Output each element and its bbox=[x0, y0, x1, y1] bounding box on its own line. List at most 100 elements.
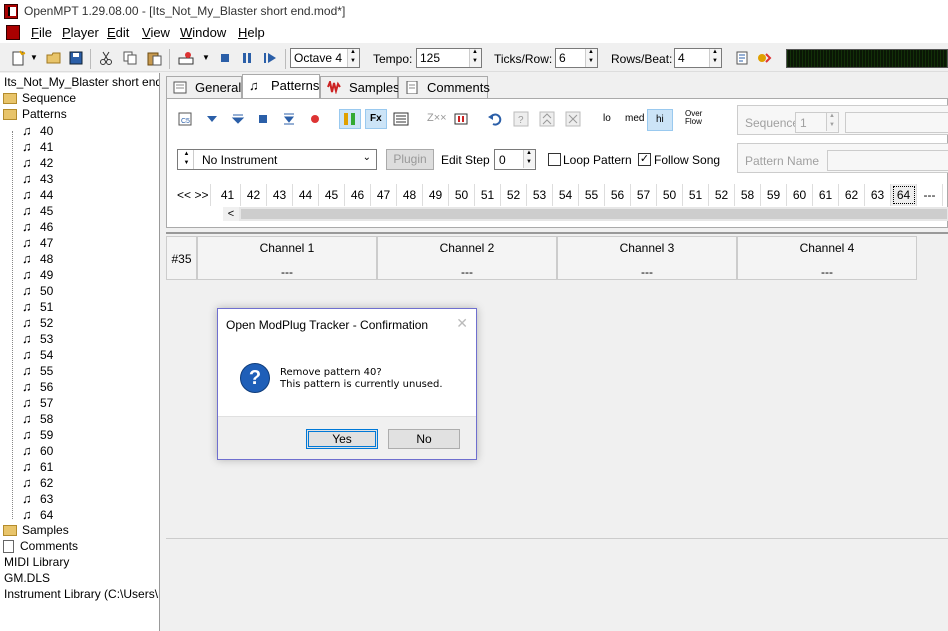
tree-item-pattern[interactable]: ♫ 60 bbox=[22, 443, 53, 459]
order-item[interactable]: 49 bbox=[423, 184, 449, 206]
order-item[interactable]: 54 bbox=[553, 184, 579, 206]
stop-pattern-icon[interactable] bbox=[255, 111, 271, 127]
play-from-cursor-icon[interactable] bbox=[281, 111, 297, 127]
order-item[interactable]: --- bbox=[917, 184, 943, 206]
tree-module-root[interactable]: Its_Not_My_Blaster short end.mod bbox=[4, 75, 159, 91]
tree-item-pattern[interactable]: ♫ 41 bbox=[22, 139, 53, 155]
tree-item-sequence[interactable]: Sequence bbox=[3, 91, 76, 107]
plugin-manager-icon[interactable] bbox=[756, 50, 772, 66]
overflow-button[interactable]: Over Flow bbox=[685, 110, 707, 126]
order-item[interactable]: 50 bbox=[657, 184, 683, 206]
velocity-lo-button[interactable]: lo bbox=[603, 113, 611, 124]
tree-item-comments[interactable]: Comments bbox=[3, 539, 78, 555]
pause-icon[interactable] bbox=[239, 50, 255, 66]
menu-help[interactable]: Help bbox=[238, 25, 265, 40]
tree-item-pattern[interactable]: ♫ 59 bbox=[22, 427, 53, 443]
ticks-spin-arrows-icon[interactable] bbox=[585, 49, 597, 67]
tree-item-pattern[interactable]: ♫ 46 bbox=[22, 219, 53, 235]
order-item[interactable]: 50 bbox=[449, 184, 475, 206]
record-icon[interactable] bbox=[307, 111, 323, 127]
tree-item-pattern[interactable]: ♫ 48 bbox=[22, 251, 53, 267]
tree-item-pattern[interactable]: ♫ 53 bbox=[22, 331, 53, 347]
move-up-icon[interactable] bbox=[539, 111, 555, 127]
tree-item-pattern[interactable]: ♫ 56 bbox=[22, 379, 53, 395]
tab-comments[interactable]: Comments bbox=[398, 76, 490, 98]
order-item[interactable]: 45 bbox=[319, 184, 345, 206]
order-item[interactable]: 48 bbox=[397, 184, 423, 206]
undo-icon[interactable] bbox=[487, 111, 503, 127]
order-list-scrollbar[interactable]: < bbox=[223, 207, 948, 221]
effects-toggle[interactable]: Fx bbox=[365, 109, 387, 129]
cut-icon[interactable] bbox=[98, 50, 114, 66]
channel-header[interactable]: Channel 2 --- bbox=[377, 236, 557, 280]
menu-window[interactable]: Window bbox=[180, 25, 226, 40]
tempo-spinbox[interactable]: 125 bbox=[416, 48, 482, 68]
order-item[interactable]: 60 bbox=[787, 184, 813, 206]
menu-edit[interactable]: Edit bbox=[107, 25, 129, 40]
order-item[interactable]: 62 bbox=[839, 184, 865, 206]
tree-item-pattern[interactable]: ♫ 62 bbox=[22, 475, 53, 491]
edit-step-spin-arrows-icon[interactable] bbox=[523, 150, 535, 168]
order-item[interactable]: 58 bbox=[735, 184, 761, 206]
menu-file[interactable]: File bbox=[31, 25, 52, 40]
midi-dropdown-arrow-icon[interactable]: ▼ bbox=[202, 53, 210, 62]
tree-item-pattern[interactable]: ♫ 42 bbox=[22, 155, 53, 171]
order-item[interactable]: 51 bbox=[475, 184, 501, 206]
tree-item-pattern[interactable]: ♫ 57 bbox=[22, 395, 53, 411]
pane-splitter[interactable] bbox=[160, 73, 164, 631]
order-item[interactable]: 56 bbox=[605, 184, 631, 206]
tree-item-pattern[interactable]: ♫ 51 bbox=[22, 299, 53, 315]
order-item[interactable]: 52 bbox=[501, 184, 527, 206]
tree-item-pattern[interactable]: ♫ 63 bbox=[22, 491, 53, 507]
tempo-spin-arrows-icon[interactable] bbox=[469, 49, 481, 67]
plugin-button[interactable]: Plugin bbox=[386, 149, 434, 170]
tab-patterns[interactable]: ♫ Patterns bbox=[242, 74, 320, 98]
tree-item-pattern[interactable]: ♫ 54 bbox=[22, 347, 53, 363]
octave-spinbox[interactable]: Octave 4 bbox=[290, 48, 360, 68]
tree-item-pattern[interactable]: ♫ 55 bbox=[22, 363, 53, 379]
save-icon[interactable] bbox=[68, 50, 84, 66]
order-item[interactable]: 42 bbox=[241, 184, 267, 206]
order-item[interactable]: 52 bbox=[709, 184, 735, 206]
yes-button[interactable]: Yes bbox=[306, 429, 378, 449]
scrollbar-thumb[interactable] bbox=[241, 209, 947, 219]
midi-record-icon[interactable] bbox=[178, 50, 194, 66]
channel-header[interactable]: Channel 4 --- bbox=[737, 236, 917, 280]
velocity-med-button[interactable]: med bbox=[625, 113, 644, 124]
tree-item-pattern[interactable]: ♫ 58 bbox=[22, 411, 53, 427]
tree-item-pattern[interactable]: ♫ 44 bbox=[22, 187, 53, 203]
tree-item-pattern[interactable]: ♫ 43 bbox=[22, 171, 53, 187]
close-icon[interactable]: ✕ bbox=[456, 315, 468, 332]
tree-item-midi-library[interactable]: MIDI Library bbox=[4, 555, 69, 571]
instrument-select[interactable]: ▲ ▼ No Instrument ⌄ bbox=[177, 149, 377, 170]
follow-song-checkbox[interactable]: ✓ bbox=[638, 153, 651, 166]
order-item[interactable]: 51 bbox=[683, 184, 709, 206]
menu-player[interactable]: Player bbox=[62, 25, 99, 40]
play-pattern-icon[interactable] bbox=[204, 111, 220, 127]
order-item[interactable]: 53 bbox=[527, 184, 553, 206]
tab-general[interactable]: General bbox=[166, 76, 242, 98]
tree-item-samples[interactable]: Samples bbox=[3, 523, 69, 539]
help-disabled-icon[interactable]: ? bbox=[513, 111, 529, 127]
octave-spin-arrows-icon[interactable] bbox=[347, 49, 359, 67]
order-nav-first[interactable]: << bbox=[175, 184, 193, 206]
tree-item-pattern[interactable]: ♫ 47 bbox=[22, 235, 53, 251]
tree-item-pattern[interactable]: ♫ 45 bbox=[22, 203, 53, 219]
loop-pattern-checkbox[interactable] bbox=[548, 153, 561, 166]
order-item[interactable]: 43 bbox=[267, 184, 293, 206]
order-list[interactable]: << >> 41 42 43 44 45 46 47 48 49 50 51 52 53 54 55 56 57… bbox=[175, 184, 948, 206]
edit-step-spinbox[interactable]: 0 bbox=[494, 149, 536, 170]
tree-item-instrument-library[interactable]: Instrument Library (C:\Users\Emb bbox=[4, 587, 159, 603]
scroll-left-icon[interactable]: < bbox=[223, 207, 239, 221]
tree-item-pattern[interactable]: ♫ 52 bbox=[22, 315, 53, 331]
velocity-hi-button[interactable]: hi bbox=[647, 109, 673, 131]
sequence-name-field[interactable] bbox=[845, 112, 948, 133]
new-file-icon[interactable] bbox=[10, 50, 26, 66]
stop-icon[interactable] bbox=[217, 50, 233, 66]
order-item[interactable]: 63 bbox=[865, 184, 891, 206]
open-folder-icon[interactable] bbox=[46, 50, 62, 66]
copy-icon[interactable] bbox=[122, 50, 138, 66]
tree-item-gm-dls[interactable]: GM.DLS bbox=[4, 571, 50, 587]
play-from-start-icon[interactable] bbox=[262, 50, 278, 66]
chevron-down-icon[interactable]: ⌄ bbox=[363, 152, 371, 163]
